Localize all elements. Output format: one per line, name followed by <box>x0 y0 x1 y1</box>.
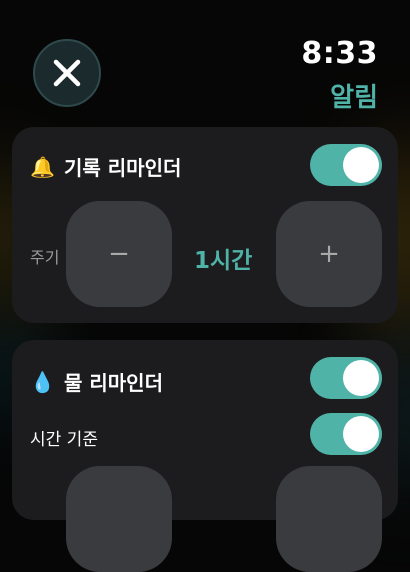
record-reminder-card: 🔔 기록 리마인더 주기 − 1시간 + <box>12 127 398 323</box>
record-reminder-label: 기록 리마인더 <box>64 156 182 180</box>
water-drop-icon: 💧 <box>30 369 55 394</box>
toggle-knob <box>343 147 379 183</box>
minus-icon: − <box>108 239 130 269</box>
decrement-button[interactable]: − <box>66 201 172 307</box>
plus-icon: + <box>318 239 340 269</box>
close-icon <box>53 59 81 87</box>
water-decrement-button[interactable] <box>66 466 172 572</box>
interval-label: 주기 <box>30 248 60 267</box>
close-button[interactable] <box>33 39 101 107</box>
water-reminder-card: 💧 물 리마인더 시간 기준 <box>12 340 398 572</box>
increment-button[interactable]: + <box>276 201 382 307</box>
record-reminder-title: 🔔 기록 리마인더 <box>30 152 181 181</box>
record-reminder-toggle[interactable] <box>310 144 382 186</box>
page-title: 알림 <box>330 83 378 113</box>
time-based-label: 시간 기준 <box>30 430 98 450</box>
status-time: 8:33 <box>301 36 378 71</box>
water-reminder-title: 💧 물 리마인더 <box>30 367 163 396</box>
time-based-toggle[interactable] <box>310 413 382 455</box>
water-reminder-label: 물 리마인더 <box>64 371 163 395</box>
water-reminder-toggle[interactable] <box>310 357 382 399</box>
interval-value: 1시간 <box>194 248 253 274</box>
bell-icon: 🔔 <box>30 154 55 179</box>
toggle-knob <box>343 360 379 396</box>
toggle-knob <box>343 416 379 452</box>
water-increment-button[interactable] <box>276 466 382 572</box>
